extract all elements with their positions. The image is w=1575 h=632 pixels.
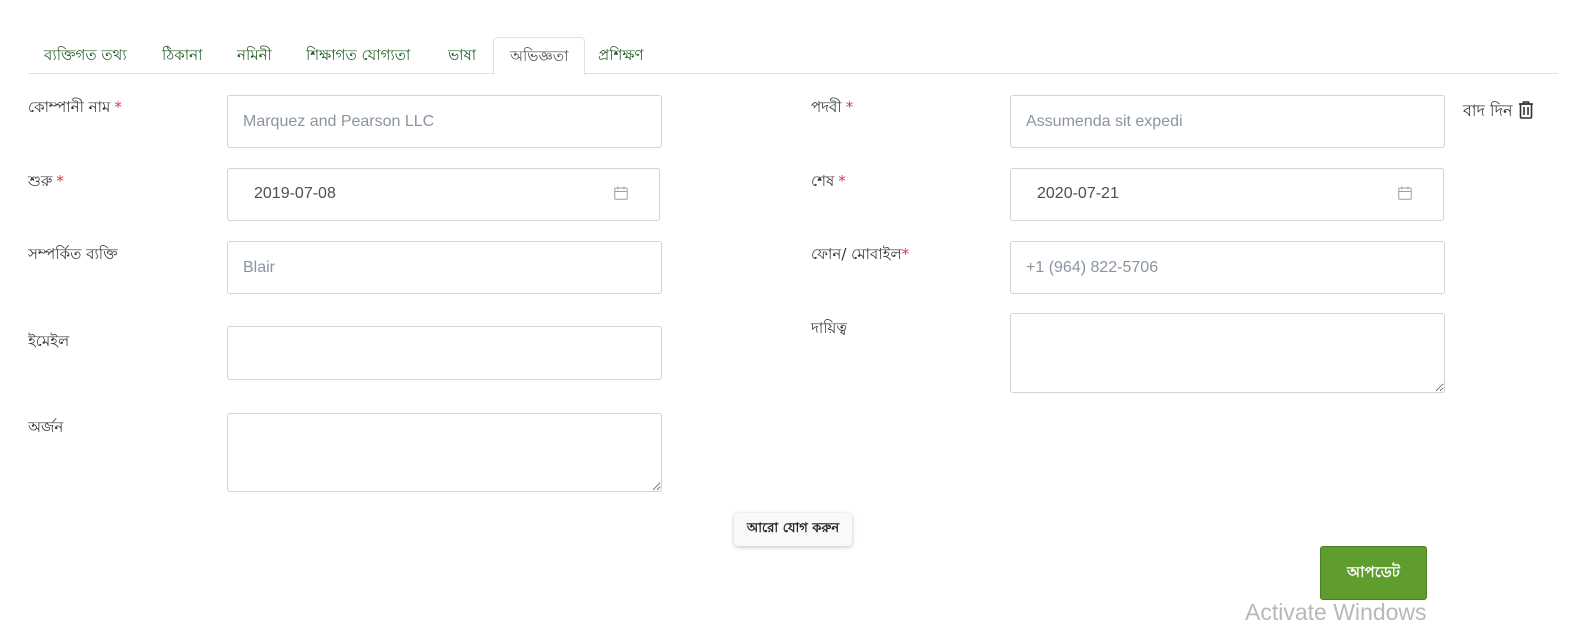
required-marker: * [56,172,64,190]
end-date-label: শেষ * [811,172,846,190]
company-name-label: কোম্পানী নাম * [28,98,122,116]
required-marker: * [845,98,854,116]
end-date-input[interactable]: 2020-07-21 [1010,168,1444,221]
update-button[interactable]: আপডেট [1320,546,1427,600]
email-input[interactable] [227,326,662,380]
add-more-button[interactable]: আরো যোগ করুন [734,513,852,546]
achievement-textarea[interactable] [227,413,662,492]
start-date-label: শুরু * [28,172,64,190]
tab-address[interactable]: ঠিকানা [146,37,218,74]
phone-input[interactable] [1010,241,1445,294]
email-label: ইমেইল [28,332,70,350]
tab-education[interactable]: শিক্ষাগত যোগ্যতা [290,37,426,74]
tab-bar: ব্যক্তিগত তথ্য ঠিকানা নমিনী শিক্ষাগত যোগ… [28,37,1558,75]
achievement-label: অর্জন [28,418,64,436]
company-name-input[interactable] [227,95,662,148]
responsibility-textarea[interactable] [1010,313,1445,393]
tab-language[interactable]: ভাষা [432,37,492,74]
responsibility-label: দায়িত্ব [811,319,848,337]
start-date-input[interactable]: 2019-07-08 [227,168,660,221]
remove-button[interactable]: বাদ দিন [1463,98,1535,125]
required-marker: * [114,98,122,116]
contact-person-input[interactable] [227,241,662,294]
calendar-icon[interactable] [1398,186,1412,200]
designation-label: পদবী * [811,98,854,116]
phone-label: ফোন/ মোবাইল* [811,245,910,263]
contact-person-label: সম্পর্কিত ব্যক্তি [28,245,118,263]
designation-input[interactable] [1010,95,1445,148]
required-marker: * [901,245,910,263]
tab-experience[interactable]: অভিজ্ঞতা [493,37,586,75]
tab-nominee[interactable]: নমিনী [221,37,288,74]
trash-icon [1517,100,1535,124]
tab-personal-info[interactable]: ব্যক্তিগত তথ্য [28,37,143,74]
required-marker: * [838,172,846,190]
activate-windows-watermark: Activate Windows [1245,599,1427,625]
tab-training[interactable]: প্রশিক্ষণ [582,37,660,74]
calendar-icon[interactable] [614,186,628,200]
